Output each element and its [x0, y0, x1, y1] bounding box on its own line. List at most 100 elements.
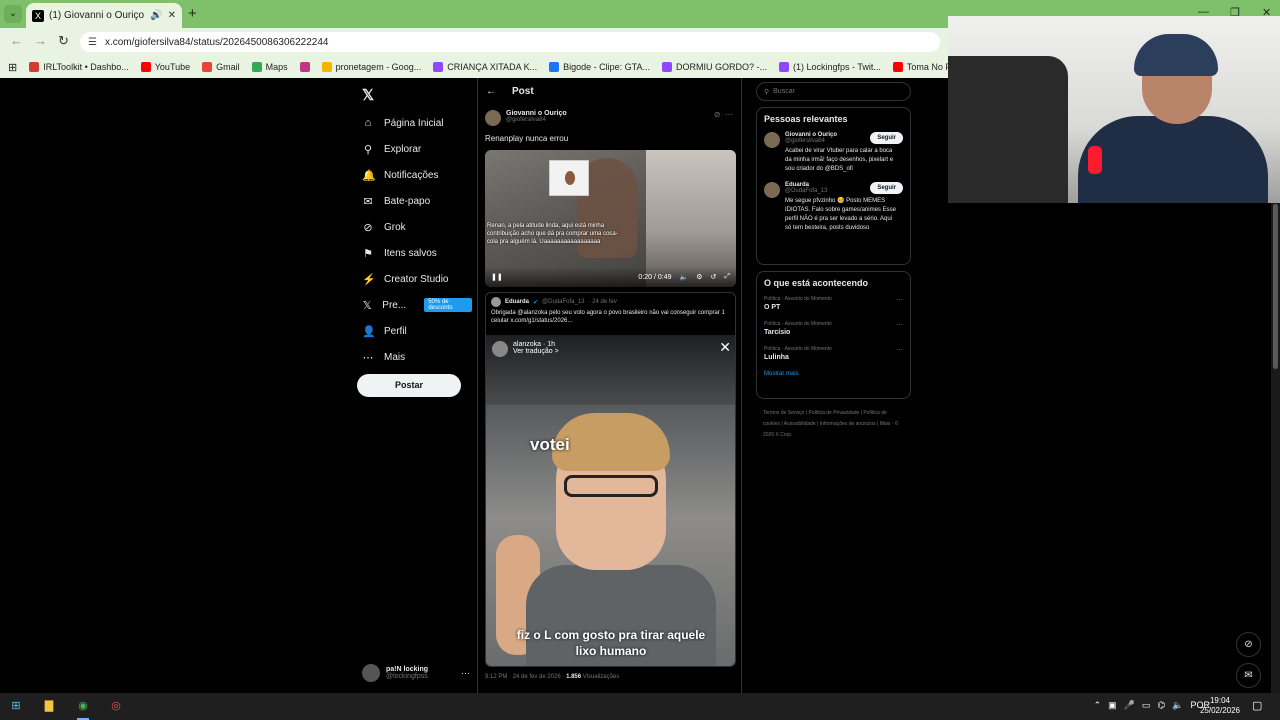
clock[interactable]: 19:04 25/02/2026 [1198, 696, 1242, 716]
bookmark-label: (1) Lockingfps - Twit... [792, 62, 881, 72]
bookmark-label: DORMIU GORDO? -... [675, 62, 767, 72]
sidebar-item-mail[interactable]: ✉ Bate-papo [362, 188, 472, 214]
grok-fab-button[interactable]: ⊘ [1236, 632, 1261, 657]
footer-links[interactable]: Termos de Serviço | Política de Privacid… [763, 408, 903, 441]
sidebar-item-profile[interactable]: 👤 Perfil [362, 318, 472, 344]
more-icon[interactable]: ⋯ [896, 321, 903, 329]
post-button[interactable]: Postar [357, 374, 461, 397]
more-icon[interactable]: ⋯ [725, 110, 733, 119]
sidebar-item-bookmark[interactable]: ⚑ Itens salvos [362, 240, 472, 266]
irltoolkit-icon [29, 62, 40, 72]
sidebar-item-home[interactable]: ⌂ Página Inicial [362, 110, 472, 136]
microphone-icon[interactable]: 🎤 [1124, 700, 1135, 711]
relevant-person[interactable]: Eduarda @DudaFofa_13 Me segue pfvzinho 🥺 P… [764, 182, 903, 233]
scrollbar-thumb[interactable] [1273, 204, 1278, 369]
reload-button[interactable]: ↻ [58, 33, 69, 49]
trend-item[interactable]: Política · Assunto do Momento Tarcísio ⋯ [764, 321, 903, 336]
apps-grid-icon[interactable]: ⊞ [8, 61, 17, 74]
sidebar-item-label: Notificações [384, 169, 439, 181]
address-bar[interactable]: ☰ x.com/giofersilva84/status/20264500863… [80, 32, 940, 52]
author-name[interactable]: Giovanni o Ouriço [506, 110, 567, 117]
video-player[interactable]: Renan, a pela atitude linda, aqui está m… [485, 150, 736, 287]
chrome-icon[interactable]: ◉ [73, 697, 93, 716]
volume-icon[interactable]: 🔈 [1172, 700, 1183, 711]
messages-fab-button[interactable]: ✉ [1236, 663, 1261, 688]
avatar[interactable] [764, 182, 780, 198]
search-icon: ⚲ [363, 143, 373, 156]
network-icon[interactable]: ⌬ [1157, 700, 1165, 711]
start-button[interactable]: ⊞ [6, 697, 26, 716]
account-switcher[interactable]: pa!N locking @lockingfpss ⋯ [362, 664, 470, 682]
site-info-icon[interactable]: ☰ [88, 37, 97, 48]
profile-icon: 👤 [362, 325, 376, 338]
avatar[interactable] [485, 110, 501, 126]
google-drive-icon [321, 62, 332, 72]
back-button[interactable]: ← [10, 33, 23, 48]
grok-icon[interactable]: ⊘ [714, 110, 721, 119]
x-logo-icon[interactable]: 𝕏 [362, 86, 374, 104]
more-icon[interactable]: ⋯ [461, 668, 470, 679]
sidebar-item-label: Pre... [382, 299, 407, 311]
new-tab-button[interactable]: + [188, 5, 197, 23]
quoted-post[interactable]: Eduarda ✔ @DudaFofa_13 · 24 de fev Obrig… [485, 292, 736, 667]
more-icon[interactable]: ⋯ [896, 346, 903, 354]
show-more-link[interactable]: Mostrar mais [764, 371, 903, 377]
sidebar-item-more[interactable]: ⋯ Mais [362, 344, 472, 370]
sidebar-item-bell[interactable]: 🔔 Notificações [362, 162, 472, 188]
display-icon[interactable]: ▭ [1142, 700, 1151, 711]
fullscreen-icon[interactable]: ⤢ [724, 273, 730, 281]
bookmark-item[interactable]: DORMIU GORDO? -... [661, 62, 767, 72]
sidebar-item-x-premium[interactable]: 𝕏 Pre... 50% de desconto [362, 292, 472, 318]
avatar[interactable] [491, 297, 501, 307]
trend-item[interactable]: Política · Assunto do Momento Lulinha ⋯ [764, 346, 903, 361]
close-tab-icon[interactable]: ✕ [168, 10, 176, 21]
clock-time: 19:04 [1209, 696, 1231, 705]
avatar[interactable] [764, 132, 780, 148]
file-explorer-icon[interactable]: ▇ [39, 697, 59, 716]
premium-discount-badge[interactable]: 50% de desconto [424, 298, 472, 312]
post-author[interactable]: Giovanni o Ouriço @giofersilva84 [485, 110, 567, 126]
bookmark-item[interactable]: pronetagem - Goog... [321, 62, 421, 72]
sidebar-item-search[interactable]: ⚲ Explorar [362, 136, 472, 162]
quoted-author-name[interactable]: Eduarda [505, 299, 529, 305]
volume-icon[interactable]: 🔈 [680, 273, 689, 281]
account-name: pa!N locking [386, 666, 429, 673]
quoted-image[interactable]: alanzoka · 1h Ver tradução > ✕ votei fiz… [486, 335, 735, 666]
follow-button[interactable]: Seguir [870, 182, 903, 194]
sidebar-item-label: Explorar [384, 143, 422, 155]
obs-icon[interactable]: ◎ [106, 697, 126, 716]
search-input[interactable]: ⚲ Buscar [756, 82, 911, 101]
sidebar-item-creator-studio[interactable]: ⚡ Creator Studio [362, 266, 472, 292]
relevant-person[interactable]: Giovanni o Ouriço @giofersilva84 Acabei de… [764, 132, 903, 174]
bookmark-item[interactable]: Bigode - Clipe: GTA... [549, 62, 650, 72]
post-timestamp[interactable]: 9:12 PM · 24 de fev de 2026 · [485, 674, 566, 680]
bookmark-item[interactable]: Gmail [202, 62, 240, 72]
replay-icon[interactable]: ↺ [711, 273, 717, 281]
bookmark-item[interactable]: Maps [251, 62, 288, 72]
more-icon[interactable]: ⋯ [896, 296, 903, 304]
sidebar-item-grok[interactable]: ⊘ Grok [362, 214, 472, 240]
back-arrow-icon[interactable]: ← [486, 86, 496, 97]
bookmark-item[interactable]: YouTube [140, 62, 190, 72]
tab-search-button[interactable]: ⌄ [4, 5, 22, 23]
story-translate: Ver tradução > [513, 348, 559, 355]
browser-tab[interactable]: X (1) Giovanni o Ouriço no X 🔊 ✕ [26, 3, 182, 28]
settings-icon[interactable]: ⚙ [696, 273, 702, 281]
show-hidden-icons-icon[interactable]: ⌃ [1094, 700, 1102, 711]
pause-icon[interactable]: ❚❚ [491, 273, 503, 281]
notification-icon[interactable]: ▢ [1252, 699, 1262, 712]
bookmark-label: Bigode - Clipe: GTA... [563, 62, 650, 72]
relevant-people-title: Pessoas relevantes [764, 114, 848, 124]
follow-button[interactable]: Seguir [870, 132, 903, 144]
more-icon: ⋯ [362, 351, 374, 364]
device-icon[interactable]: ▣ [1108, 700, 1117, 711]
bookmark-item[interactable]: CRIANÇA XITADA K... [433, 62, 537, 72]
bookmark-item[interactable]: (1) Lockingfps - Twit... [778, 62, 881, 72]
sidebar-item-label: Grok [384, 221, 406, 233]
forward-button[interactable]: → [34, 33, 47, 48]
trend-item[interactable]: Política · Assunto do Momento O PT ⋯ [764, 296, 903, 311]
search-icon: ⚲ [764, 88, 770, 96]
audio-playing-icon[interactable]: 🔊 [150, 10, 162, 21]
bookmark-item[interactable] [299, 62, 310, 72]
bookmark-item[interactable]: IRLToolkit • Dashbo... [29, 62, 129, 72]
